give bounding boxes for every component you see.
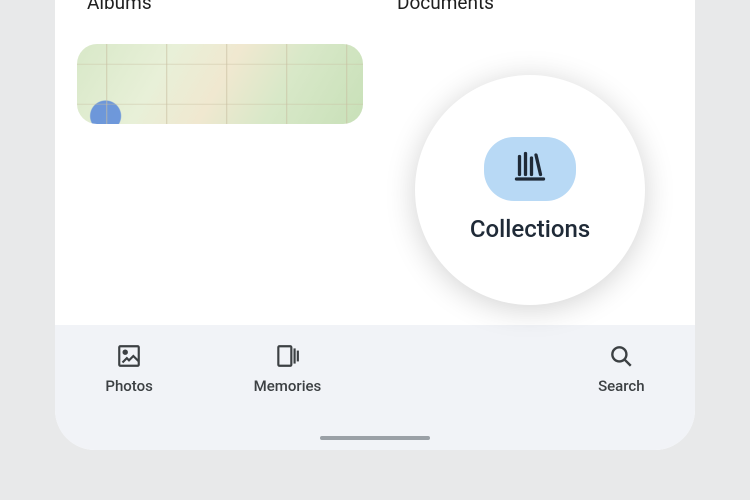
photo-icon (116, 343, 142, 369)
nav-memories-label: Memories (254, 377, 322, 395)
nav-search[interactable]: Search (598, 343, 645, 395)
bottom-nav: Photos Memories Collections (55, 325, 695, 450)
albums-label: Albums (87, 0, 363, 14)
collections-pill (484, 137, 576, 201)
phone-frame: NH-9633 EEH Albums Documents Photos (55, 0, 695, 450)
home-indicator[interactable] (320, 436, 430, 440)
magnified-label: Collections (470, 215, 590, 243)
nav-memories[interactable]: Memories (254, 343, 322, 395)
labels-row: Albums Documents (77, 0, 673, 14)
documents-label: Documents (397, 0, 673, 14)
memories-icon (274, 343, 300, 369)
library-icon (512, 149, 548, 189)
search-icon (608, 343, 634, 369)
magnified-collections[interactable]: Collections (415, 75, 645, 305)
nav-search-label: Search (598, 377, 645, 395)
nav-photos-label: Photos (105, 377, 152, 395)
map-preview-card[interactable] (77, 44, 363, 124)
nav-photos[interactable]: Photos (105, 343, 152, 395)
